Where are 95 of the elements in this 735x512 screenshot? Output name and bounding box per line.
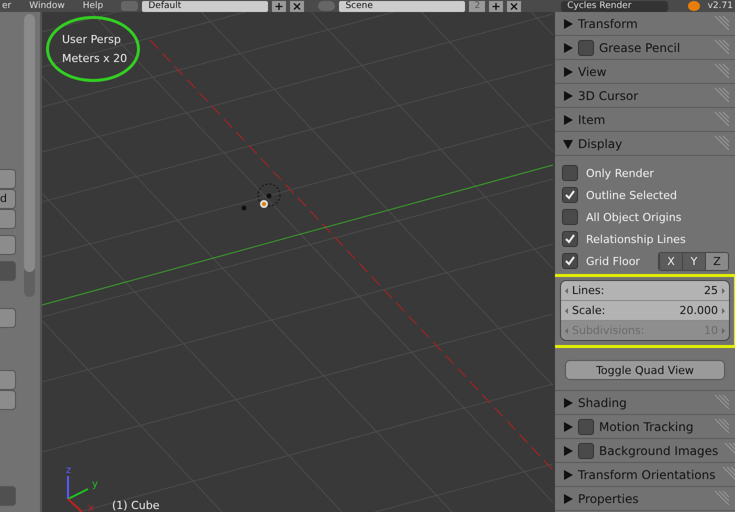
grip-icon[interactable] — [713, 64, 729, 80]
expand-triangle-icon — [563, 470, 573, 480]
view-name: User Persp — [62, 33, 122, 46]
panel-header[interactable]: View — [555, 60, 735, 84]
checkbox-label: All Object Origins — [586, 210, 682, 224]
expand-triangle-icon — [563, 446, 573, 456]
tool-button[interactable]: d — [0, 189, 16, 209]
checkbox[interactable] — [562, 253, 578, 269]
layout-name-field[interactable]: Default — [142, 0, 268, 12]
expand-triangle-icon — [563, 66, 573, 76]
grip-icon[interactable] — [713, 490, 729, 506]
object-label: (1) Cube — [112, 499, 160, 512]
tool-button[interactable] — [0, 308, 16, 328]
panel-title: Motion Tracking — [599, 420, 694, 434]
tool-dropdown[interactable] — [0, 261, 16, 281]
logo-icon — [688, 1, 700, 11]
panel-header[interactable]: Properties — [555, 487, 735, 511]
menu-item[interactable]: er — [2, 1, 12, 11]
expand-triangle-icon — [563, 18, 573, 28]
panel-title: Shading — [578, 396, 628, 410]
panel-title: Properties — [578, 492, 640, 506]
grid-scale-label: Meters x 20 — [62, 52, 128, 65]
menu-item[interactable]: Help — [82, 1, 104, 11]
panel-title: Transform — [578, 16, 639, 30]
checkbox[interactable] — [578, 442, 594, 458]
tool-button[interactable] — [0, 169, 16, 189]
panel-title: Transform Orientations — [578, 468, 716, 482]
axis-toggle[interactable]: X — [659, 252, 682, 270]
panel-title: Background Images — [599, 444, 718, 458]
panel-header[interactable]: Transform — [555, 12, 735, 36]
tool-button[interactable] — [0, 370, 16, 390]
screen-layout-icon[interactable] — [121, 1, 138, 11]
expand-triangle-icon — [563, 114, 573, 124]
grip-icon[interactable] — [713, 394, 729, 410]
grip-icon[interactable] — [713, 136, 729, 152]
user-count: 2 — [469, 0, 486, 12]
add-icon[interactable] — [272, 0, 286, 12]
checkbox-label: Relationship Lines — [586, 232, 687, 246]
expand-triangle-icon — [563, 494, 573, 504]
panel-header[interactable]: Transform Orientations — [555, 463, 735, 487]
close-icon[interactable] — [507, 0, 522, 12]
menu-item[interactable]: Window — [29, 1, 65, 11]
axis-label: x — [88, 503, 94, 512]
checkbox[interactable] — [578, 40, 594, 56]
expand-triangle-icon — [563, 90, 573, 100]
grip-icon[interactable] — [720, 466, 735, 482]
grip-icon[interactable] — [713, 16, 729, 32]
axis-gizmo — [67, 476, 88, 512]
panel-header[interactable]: Item — [555, 108, 735, 132]
panel-title: 3D Cursor — [578, 88, 640, 102]
checkbox[interactable] — [562, 209, 578, 225]
grip-icon[interactable] — [713, 88, 729, 104]
grip-icon[interactable] — [713, 112, 729, 128]
panel-header[interactable]: Grease Pencil — [555, 36, 735, 60]
expand-triangle-icon — [563, 398, 573, 408]
3d-viewport[interactable]: User Persp Meters x 20 z y x (1) Cube — [42, 12, 555, 512]
checkbox[interactable] — [562, 231, 578, 247]
collapse-triangle-icon — [563, 138, 573, 148]
axis-label: y — [92, 479, 98, 490]
expand-triangle-icon — [563, 42, 573, 52]
panel-header[interactable]: Display — [555, 132, 735, 156]
scene-name-field[interactable]: Scene — [339, 0, 466, 12]
toggle-quad-view-button[interactable]: Toggle Quad View — [565, 360, 725, 380]
object-origin-drawing[interactable] — [242, 184, 280, 210]
checkbox[interactable] — [578, 418, 594, 434]
panel-title: View — [578, 64, 608, 78]
checkbox[interactable] — [562, 165, 578, 181]
checkbox-label: Grid Floor — [586, 254, 641, 268]
checkbox[interactable] — [562, 187, 578, 203]
add-icon[interactable] — [489, 0, 504, 12]
tool-button[interactable] — [0, 209, 16, 229]
tool-dropdown[interactable] — [0, 486, 16, 506]
axis-label: z — [66, 465, 72, 476]
panel-title: Item — [578, 112, 606, 126]
scene-icon[interactable] — [318, 1, 336, 11]
panel-title: Grease Pencil — [599, 40, 682, 54]
number-field[interactable]: Lines: 25 — [561, 281, 729, 301]
panel-header[interactable]: Motion Tracking — [555, 415, 735, 439]
grip-icon[interactable] — [713, 418, 729, 434]
version-label: v2.71 — [708, 1, 733, 11]
close-icon[interactable] — [290, 0, 304, 12]
checkbox-label: Outline Selected — [586, 188, 678, 202]
expand-triangle-icon — [563, 422, 573, 432]
axis-toggle[interactable]: Z — [705, 252, 728, 270]
tool-button[interactable] — [0, 235, 16, 255]
panel-header[interactable]: Shading — [555, 391, 735, 415]
axis-toggle[interactable]: Y — [682, 252, 705, 270]
panel-header[interactable]: 3D Cursor — [555, 84, 735, 108]
grip-icon[interactable] — [713, 40, 729, 56]
panel-title: Display — [578, 136, 624, 150]
render-engine-dropdown[interactable]: Cycles Render — [561, 0, 668, 12]
tool-button[interactable] — [0, 390, 16, 410]
number-field[interactable]: Scale: 20.000 — [561, 301, 729, 321]
checkbox-label: Only Render — [586, 166, 655, 180]
panel-header[interactable]: Background Images — [555, 439, 735, 463]
